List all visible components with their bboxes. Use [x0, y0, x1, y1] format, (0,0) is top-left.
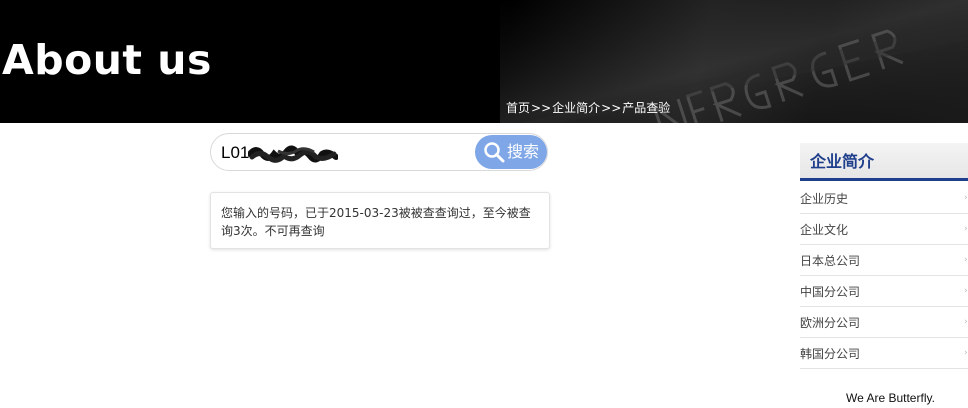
sidebar-item-label: 企业历史 — [800, 191, 849, 206]
chevron-right-icon: › — [964, 286, 968, 296]
sidebar-item-label: 日本总公司 — [800, 253, 861, 268]
sidebar-item-europe-branch[interactable]: 欧洲分公司 › — [800, 307, 968, 338]
sidebar-item-china-branch[interactable]: 中国分公司 › — [800, 276, 968, 307]
sidebar-header: 企业简介 — [800, 143, 968, 181]
sidebar-item-label: 中国分公司 — [800, 284, 861, 299]
sidebar-item-japan-hq[interactable]: 日本总公司 › — [800, 245, 968, 276]
breadcrumb-home-link[interactable]: 首页 — [506, 99, 530, 117]
breadcrumb: 首页 >> 企业简介 >> 产品查验 — [506, 99, 670, 117]
breadcrumb-separator: >> — [531, 101, 552, 115]
page-title: About us — [2, 36, 212, 84]
sidebar-item-label: 企业文化 — [800, 222, 849, 237]
chevron-right-icon: › — [964, 317, 968, 327]
search-icon — [484, 142, 505, 163]
sidebar: 企业简介 企业历史 › 企业文化 › 日本总公司 › 中国分公司 › 欧洲分公司… — [800, 143, 968, 373]
brand-tagline: We Are Butterfly. — [846, 391, 935, 405]
sidebar-item-history[interactable]: 企业历史 › — [800, 183, 968, 214]
query-result-message: 您输入的号码，已于2015-03-23被被查查询过，至今被查询3次。不可再查询 — [221, 206, 531, 238]
breadcrumb-company-link[interactable]: 企业简介 — [552, 99, 600, 117]
breadcrumb-separator: >> — [601, 101, 622, 115]
chevron-right-icon: › — [964, 348, 968, 358]
chevron-right-icon: › — [964, 255, 968, 265]
sidebar-item-korea-branch[interactable]: 韩国分公司 › — [800, 338, 968, 369]
search-button-label: 搜索 — [506, 142, 539, 161]
sidebar-item-label: 韩国分公司 — [800, 346, 861, 361]
chevron-right-icon: › — [964, 193, 968, 203]
query-result-card: 您输入的号码，已于2015-03-23被被查查询过，至今被查询3次。不可再查询 — [210, 192, 550, 249]
page-banner: About us 首页 >> 企业简介 >> 产品查验 — [0, 0, 968, 123]
breadcrumb-current: 产品查验 — [622, 101, 671, 115]
sidebar-item-label: 欧洲分公司 — [800, 315, 861, 330]
search-button[interactable]: 搜索 — [475, 135, 547, 169]
sidebar-menu: 企业历史 › 企业文化 › 日本总公司 › 中国分公司 › 欧洲分公司 › 韩国… — [800, 183, 968, 369]
sidebar-title: 企业简介 — [810, 152, 875, 171]
redacted-scribble — [248, 145, 338, 163]
chevron-right-icon: › — [964, 224, 968, 234]
sidebar-item-culture[interactable]: 企业文化 › — [800, 214, 968, 245]
